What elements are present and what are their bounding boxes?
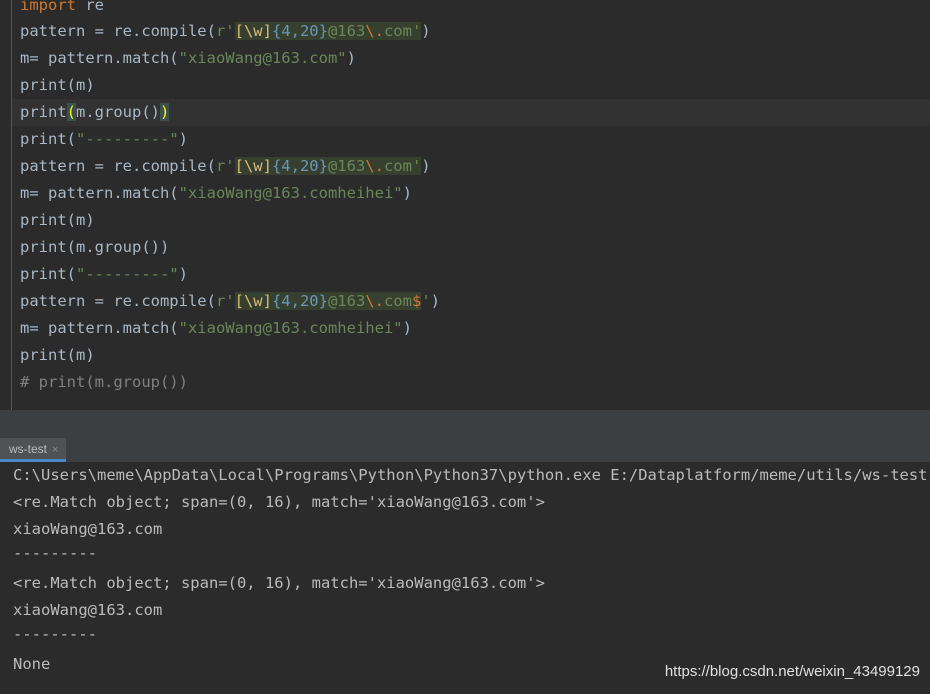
code-text: ) [402,319,412,337]
keyword-import: import [20,0,76,14]
code-text: ) [421,22,431,40]
code-text: m.group() [76,103,161,121]
regex-anchor: $ [411,292,422,310]
string-prefix: r' [215,292,235,310]
string-prefix: r' [215,157,235,175]
code-text: ) [178,130,188,148]
code-line-9: print(m) [20,211,95,229]
code-line-5: print(m.group()) [20,99,170,126]
regex-literal: com [383,292,412,310]
console-line: xiaoWang@163.com [13,520,163,538]
code-line-14: print(m) [20,346,95,364]
string-literal: "xiaoWang@163.comheihei" [178,184,403,202]
code-text: print( [20,265,76,283]
code-text: print [20,103,67,121]
code-text: ) [402,184,412,202]
regex-literal: com' [383,22,422,40]
regex-escape: \. [365,157,384,175]
code-text: pattern = re.compile( [20,157,216,175]
code-line-1: import re [20,0,104,19]
code-text: ) [430,292,440,310]
code-editor[interactable]: import re pattern = re.compile(r'[\w]{4,… [0,0,930,410]
console-line: --------- [13,544,97,562]
code-line-13: m= pattern.match("xiaoWang@163.comheihei… [20,315,412,342]
run-tool-window-tabs: ws-test × [0,438,930,463]
matched-bracket: ) [160,103,170,121]
code-text: print( [20,130,76,148]
regex-literal: @163 [327,22,366,40]
string-literal: "---------" [76,130,179,148]
regex-quantifier: {4,20} [271,22,328,40]
code-line-8: m= pattern.match("xiaoWang@163.comheihei… [20,180,412,207]
regex-quantifier: {4,20} [271,292,328,310]
string-literal: "---------" [76,265,179,283]
console-line: xiaoWang@163.com [13,601,163,619]
module-name: re [76,0,104,14]
regex-literal: @163 [327,157,366,175]
regex-class: [\w] [234,292,272,310]
code-line-2: pattern = re.compile(r'[\w]{4,20}@163\.c… [20,18,431,45]
code-text: pattern = re.compile( [20,292,216,310]
watermark-url: https://blog.csdn.net/weixin_43499129 [664,663,920,680]
run-console-output[interactable]: C:\Users\meme\AppData\Local\Programs\Pyt… [0,462,930,694]
regex-quantifier: {4,20} [271,157,328,175]
close-icon[interactable]: × [52,444,58,456]
code-text: m= pattern.match( [20,184,179,202]
console-line: <re.Match object; span=(0, 16), match='x… [13,493,545,511]
run-tab-label: ws-test [9,442,48,456]
code-text: pattern = re.compile( [20,22,216,40]
panel-separator [0,410,930,438]
console-line: None [13,655,51,673]
regex-class: [\w] [234,157,272,175]
regex-escape: \. [365,292,384,310]
code-line-12: pattern = re.compile(r'[\w]{4,20}@163\.c… [20,288,440,315]
code-line-15-comment: # print(m.group()) [20,373,188,391]
gutter-divider [11,0,12,410]
regex-literal: com' [383,157,422,175]
code-text: m= pattern.match( [20,49,179,67]
code-line-6: print("---------") [20,126,188,153]
code-text: ) [346,49,356,67]
regex-escape: \. [365,22,384,40]
console-line: <re.Match object; span=(0, 16), match='x… [13,574,545,592]
code-line-3: m= pattern.match("xiaoWang@163.com") [20,45,356,72]
regex-literal: @163 [327,292,366,310]
code-text: ) [421,157,431,175]
string-prefix: r' [215,22,235,40]
regex-class: [\w] [234,22,272,40]
matched-bracket: ( [66,103,77,121]
console-line-command: C:\Users\meme\AppData\Local\Programs\Pyt… [13,466,930,484]
code-text: ) [178,265,188,283]
run-tab-ws-test[interactable]: ws-test × [0,438,67,462]
string-quote: ' [421,292,431,310]
code-line-4: print(m) [20,76,95,94]
string-literal: "xiaoWang@163.comheihei" [178,319,403,337]
code-text: m= pattern.match( [20,319,179,337]
console-line: --------- [13,625,97,643]
code-line-10: print(m.group()) [20,238,170,256]
code-line-7: pattern = re.compile(r'[\w]{4,20}@163\.c… [20,153,431,180]
string-literal: "xiaoWang@163.com" [178,49,347,67]
code-line-11: print("---------") [20,261,188,288]
